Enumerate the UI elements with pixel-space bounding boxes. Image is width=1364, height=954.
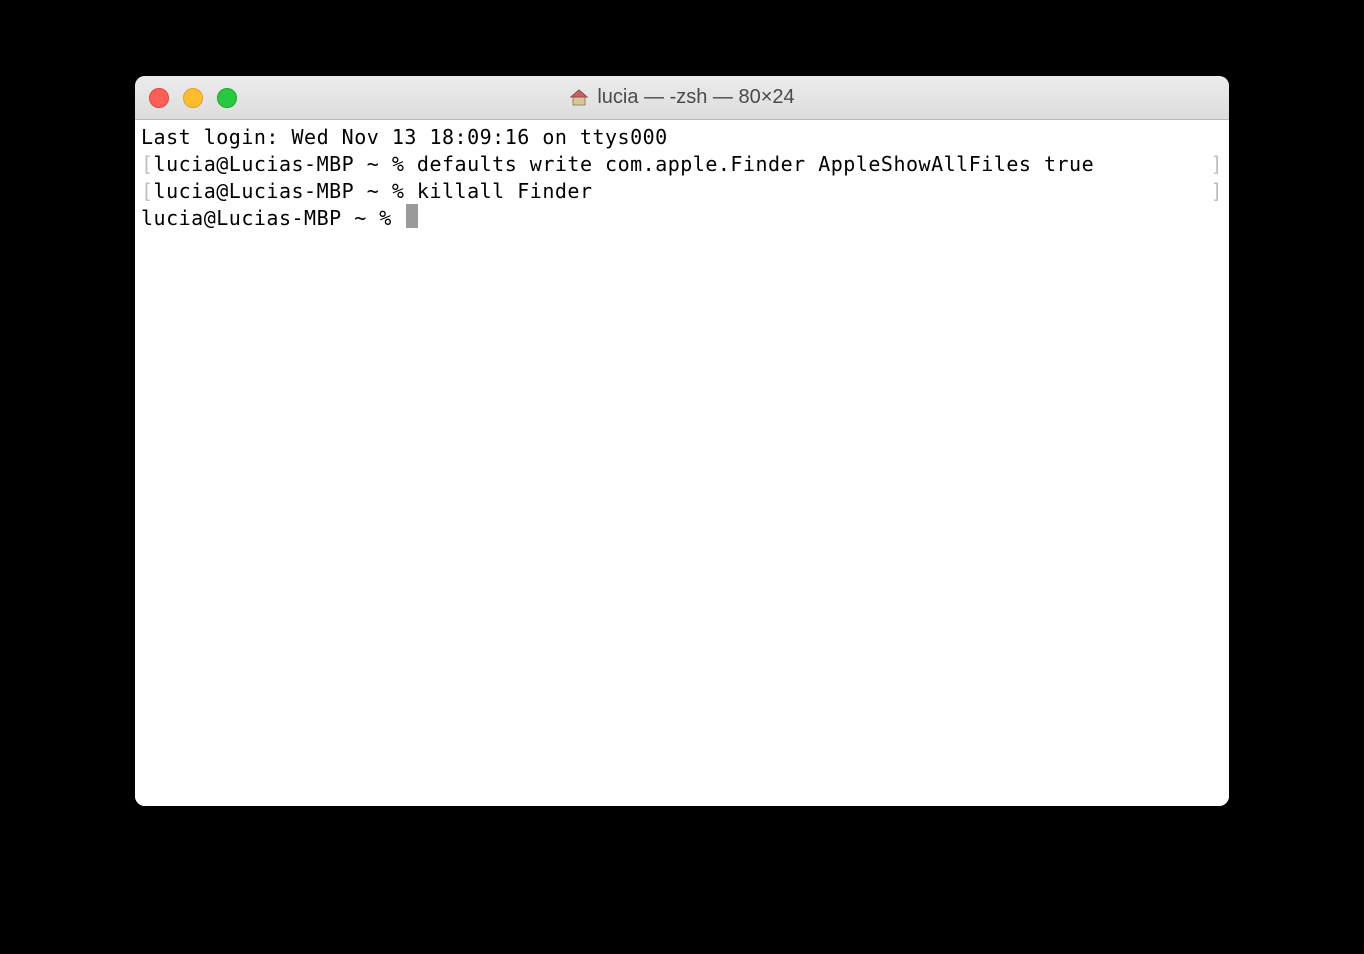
terminal-line: [ lucia@Lucias-MBP ~ % defaults write co… xyxy=(141,151,1223,178)
line-content: lucia@Lucias-MBP ~ % killall Finder xyxy=(154,178,593,205)
traffic-lights xyxy=(149,88,237,108)
cursor xyxy=(406,204,418,228)
line-right-bracket: ] xyxy=(1210,178,1223,205)
line-content: Last login: Wed Nov 13 18:09:16 on ttys0… xyxy=(141,124,668,151)
terminal-line: [ lucia@Lucias-MBP ~ % killall Finder ] xyxy=(141,178,1223,205)
terminal-line: lucia@Lucias-MBP ~ % xyxy=(141,205,1223,232)
zoom-button[interactable] xyxy=(217,88,237,108)
prompt-line: lucia@Lucias-MBP ~ % xyxy=(141,205,404,232)
line-right-bracket: ] xyxy=(1210,151,1223,178)
titlebar[interactable]: lucia — -zsh — 80×24 xyxy=(135,76,1229,120)
line-content: lucia@Lucias-MBP ~ % defaults write com.… xyxy=(154,151,1095,178)
minimize-button[interactable] xyxy=(183,88,203,108)
close-button[interactable] xyxy=(149,88,169,108)
terminal-body[interactable]: Last login: Wed Nov 13 18:09:16 on ttys0… xyxy=(135,120,1229,806)
window-title: lucia — -zsh — 80×24 xyxy=(597,86,794,109)
home-icon xyxy=(569,88,589,108)
terminal-line: Last login: Wed Nov 13 18:09:16 on ttys0… xyxy=(141,124,1223,151)
line-left-bracket: [ xyxy=(141,178,154,205)
title-area: lucia — -zsh — 80×24 xyxy=(135,86,1229,109)
terminal-window: lucia — -zsh — 80×24 Last login: Wed Nov… xyxy=(135,76,1229,806)
line-left-bracket: [ xyxy=(141,151,154,178)
